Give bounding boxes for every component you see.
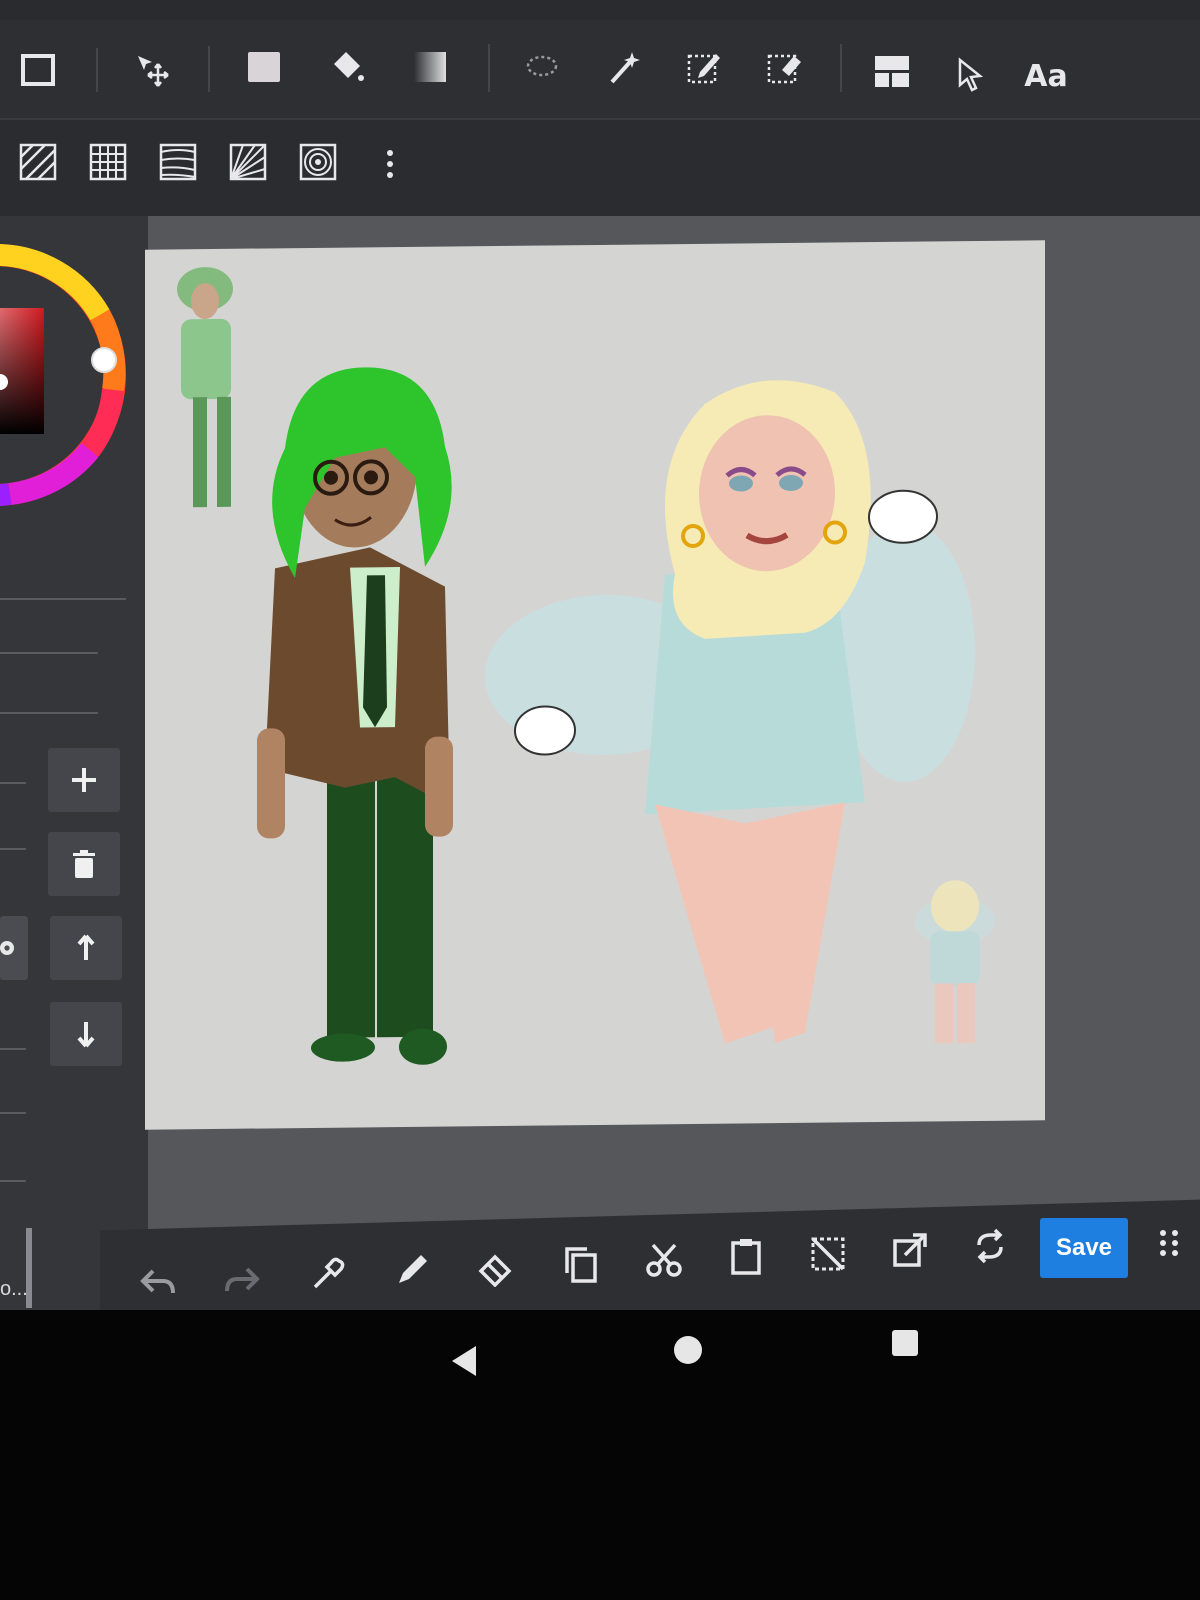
frame-divider-icon[interactable] [862, 42, 922, 102]
trash-icon [73, 850, 95, 878]
artwork [177, 267, 995, 1065]
text-tool-button[interactable]: Aa [1016, 46, 1076, 106]
drawing-canvas[interactable] [145, 240, 1045, 1130]
lasso-icon[interactable] [512, 38, 572, 98]
move-layer-down-button[interactable] [50, 1002, 122, 1066]
move-layer-up-button[interactable] [50, 916, 122, 980]
rectangle-select-icon[interactable] [8, 40, 68, 100]
home-nav-icon[interactable] [674, 1336, 702, 1364]
grid-ruler-icon[interactable] [78, 132, 138, 192]
android-navigation-bar [0, 1310, 1200, 1410]
deselect-icon[interactable] [800, 1226, 856, 1282]
panel-divider [0, 652, 98, 654]
undo-icon[interactable] [130, 1254, 186, 1310]
layer-settings-button[interactable] [0, 916, 28, 980]
arrow-down-icon [77, 1022, 95, 1048]
thumbnail-sketch-green [177, 267, 233, 508]
color-wheel[interactable] [0, 240, 130, 510]
drag-handle-icon[interactable] [1150, 1214, 1190, 1270]
panel-divider [0, 598, 126, 600]
add-layer-button[interactable] [48, 748, 120, 812]
layer-row-divider [0, 1048, 26, 1050]
recents-nav-icon[interactable] [892, 1330, 918, 1356]
toolbar-divider [208, 46, 210, 92]
character-green-hair [257, 367, 453, 1065]
copy-icon[interactable] [552, 1236, 608, 1292]
selection-eraser-icon[interactable] [754, 38, 814, 98]
drawing-app-screen: Aa o... Save [0, 0, 1200, 1360]
save-button[interactable]: Save [1040, 1218, 1128, 1278]
delete-layer-button[interactable] [48, 832, 120, 896]
back-nav-icon[interactable] [448, 1344, 480, 1383]
gear-icon [0, 941, 14, 955]
layer-opacity-slider[interactable] [26, 1228, 32, 1308]
arrow-up-icon [77, 934, 95, 960]
eraser-icon[interactable] [468, 1240, 524, 1296]
more-vertical-icon[interactable] [360, 134, 420, 194]
parallel-ruler-icon[interactable] [8, 132, 68, 192]
thumbnail-sketch-blonde [915, 880, 995, 1044]
panel-divider [0, 712, 98, 714]
paste-icon[interactable] [718, 1228, 774, 1284]
eyedropper-icon[interactable] [300, 1246, 356, 1302]
perspective-ruler-icon[interactable] [148, 132, 208, 192]
layer-row-divider [0, 782, 26, 784]
layer-row-divider [0, 848, 26, 850]
plus-icon [72, 768, 96, 792]
character-blonde [485, 380, 975, 1044]
redo-icon[interactable] [214, 1252, 270, 1308]
export-icon[interactable] [882, 1222, 938, 1278]
radial-ruler-icon[interactable] [218, 132, 278, 192]
layer-row-divider [0, 1112, 26, 1114]
toolbar-divider [840, 44, 842, 92]
cut-icon[interactable] [636, 1232, 692, 1288]
magic-wand-icon[interactable] [594, 38, 654, 98]
selection-pen-icon[interactable] [674, 38, 734, 98]
toolbar-divider [96, 48, 98, 92]
layer-row-divider [0, 1180, 26, 1182]
layer-name-label[interactable]: o... [0, 1278, 28, 1301]
pen-icon[interactable] [384, 1242, 440, 1298]
move-transform-icon[interactable] [122, 40, 182, 100]
pointer-icon[interactable] [940, 44, 1000, 104]
gradient-icon[interactable] [400, 38, 460, 98]
hue-handle [91, 347, 117, 373]
toolbar-divider [488, 44, 490, 92]
concentric-ruler-icon[interactable] [288, 132, 348, 192]
bucket-fill-icon[interactable] [316, 38, 376, 98]
sync-icon[interactable] [962, 1218, 1018, 1274]
fill-rect-icon[interactable] [234, 38, 294, 98]
